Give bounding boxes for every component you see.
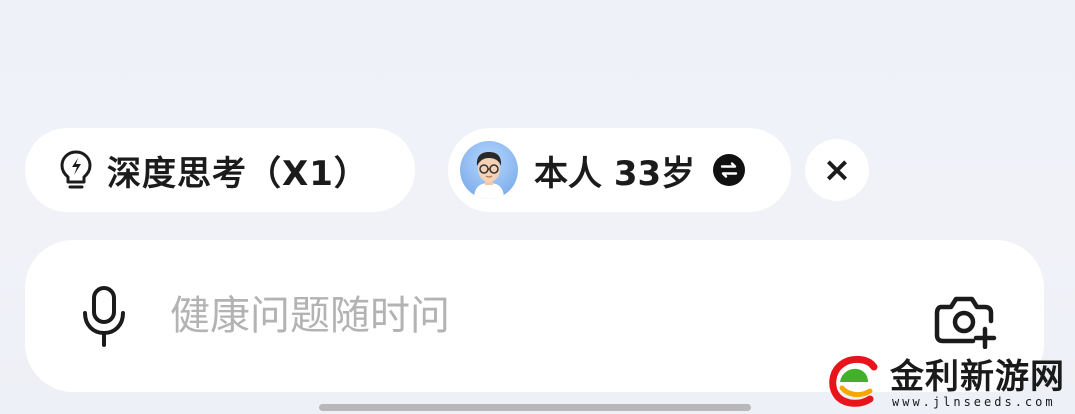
close-button[interactable]: ×	[805, 139, 869, 201]
watermark: 金利新游网 www.jlnseeds.com	[822, 343, 1075, 414]
question-input[interactable]	[170, 284, 870, 348]
profile-label: 本人 33岁	[534, 153, 696, 194]
close-icon: ×	[822, 150, 852, 190]
deep-thinking-chip[interactable]: 深度思考（X1）	[25, 128, 415, 212]
watermark-title: 金利新游网	[890, 357, 1065, 397]
microphone-icon[interactable]	[81, 286, 127, 348]
bulb-lightning-icon	[60, 150, 92, 189]
deep-thinking-label: 深度思考（X1）	[107, 153, 369, 194]
avatar	[460, 141, 518, 199]
profile-chip[interactable]: 本人 33岁	[448, 128, 791, 212]
swap-icon[interactable]	[713, 154, 746, 186]
watermark-logo	[829, 356, 878, 407]
home-indicator[interactable]	[319, 404, 751, 411]
watermark-url: www.jlnseeds.com	[892, 395, 1056, 409]
camera-plus-icon[interactable]	[933, 291, 997, 349]
